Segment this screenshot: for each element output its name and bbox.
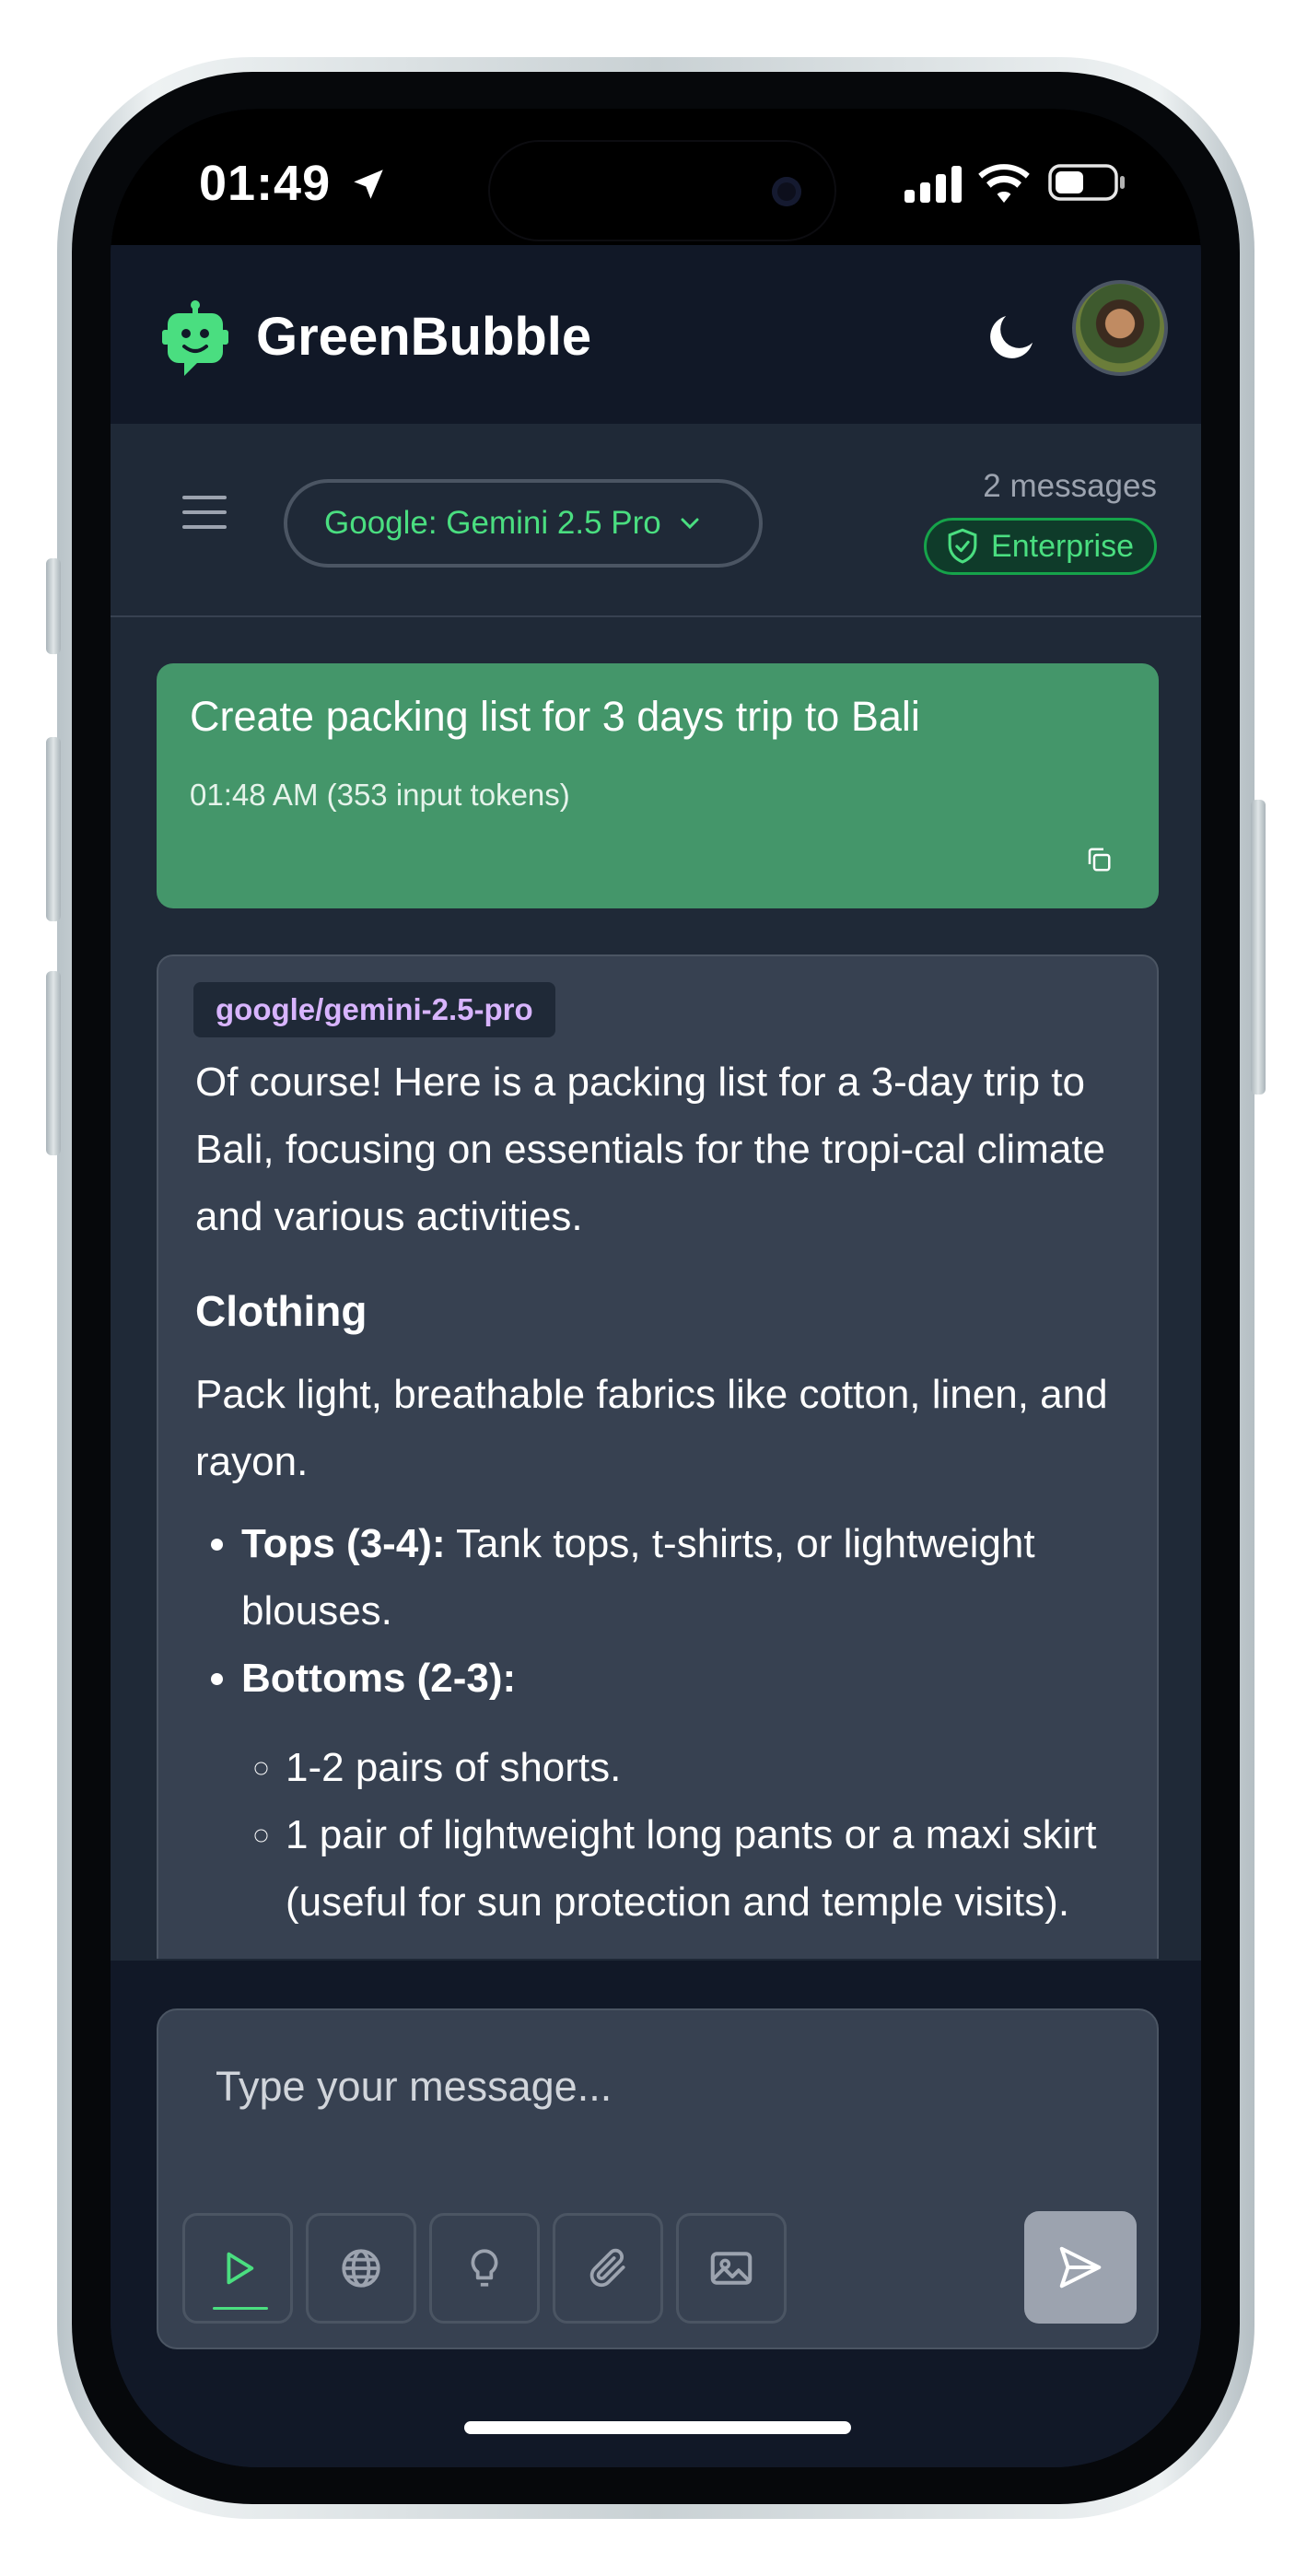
hamburger-icon[interactable] [181,492,230,533]
model-selector-label: Google: Gemini 2.5 Pro [324,505,661,541]
send-icon [1059,2246,1102,2289]
user-message-meta: 01:48 AM (353 input tokens) [190,778,570,812]
status-bar: 01:49 [111,109,1201,245]
list-item: Bottoms (2-3): 1-2 pairs of shorts. 1 pa… [241,1645,1126,1936]
chevron-down-icon [681,518,699,530]
message-count: 2 messages [983,468,1157,504]
dynamic-island [488,140,836,241]
camera-icon [772,177,801,206]
play-icon [227,2252,254,2285]
attach-file-button[interactable] [553,2213,663,2324]
status-time: 01:49 [199,155,388,212]
paperclip-icon [589,2248,625,2288]
image-icon [710,2252,753,2285]
volume-up-button [46,737,61,921]
app-header: GreenBubble [111,245,1201,424]
reasoning-button[interactable] [429,2213,540,2324]
user-message-text: Create packing list for 3 days trip to B… [190,693,920,740]
list-item: Tops (3-4): Tank tops, t-shirts, or ligh… [241,1510,1126,1645]
action-button [46,558,61,654]
user-message: Create packing list for 3 days trip to B… [157,663,1159,908]
location-arrow-icon [354,170,383,199]
assistant-message-body: Of course! Here is a packing list for a … [195,1048,1126,1936]
enterprise-badge: Enterprise [924,518,1157,575]
message-input[interactable] [214,2062,1043,2112]
phone-screen: 01:49 GreenBubble Google: Gemini 2.5 Pro… [111,109,1201,2467]
signal-icon [904,166,962,203]
assistant-message: google/gemini-2.5-pro Of course! Here is… [157,954,1159,1959]
composer-area [111,1959,1201,2467]
robot-chat-icon [162,300,228,376]
shield-check-icon [948,528,977,564]
active-indicator [213,2307,268,2310]
badge-label: Enterprise [991,528,1134,564]
section-text: Pack light, breathable fabrics like cott… [195,1372,1108,1484]
wifi-icon [978,164,1030,203]
run-button[interactable] [182,2213,293,2324]
sub-list-item: 1 pair of lightweight long pants or a ma… [286,1801,1126,1936]
lightbulb-icon [471,2249,498,2287]
battery-icon [1048,164,1125,201]
moon-icon[interactable] [982,306,1043,367]
attach-image-button[interactable] [676,2213,787,2324]
send-button[interactable] [1024,2211,1137,2324]
chat-toolbar: Google: Gemini 2.5 Pro 2 messages Enterp… [111,424,1201,617]
sub-list: 1-2 pairs of shorts. 1 pair of lightweig… [241,1734,1126,1936]
copy-icon[interactable] [1085,846,1113,873]
list-item-label: Bottoms (2-3): [241,1656,517,1701]
packing-list: Tops (3-4): Tank tops, t-shirts, or ligh… [195,1510,1126,1936]
model-selector[interactable]: Google: Gemini 2.5 Pro [284,479,763,568]
avatar[interactable] [1072,280,1168,376]
list-item-label: Tops (3-4): [241,1521,446,1566]
sub-list-item: 1-2 pairs of shorts. [286,1734,1126,1801]
composer [157,2008,1159,2349]
volume-down-button [46,971,61,1155]
home-indicator [464,2421,851,2434]
web-search-button[interactable] [306,2213,416,2324]
app-title: GreenBubble [256,307,592,367]
chat-area[interactable]: Create packing list for 3 days trip to B… [111,617,1201,1959]
section-heading: Clothing [195,1287,368,1335]
model-tag: google/gemini-2.5-pro [193,982,555,1037]
assistant-intro: Of course! Here is a packing list for a … [195,1060,1106,1239]
globe-icon [342,2249,380,2288]
power-button [1251,800,1266,1095]
